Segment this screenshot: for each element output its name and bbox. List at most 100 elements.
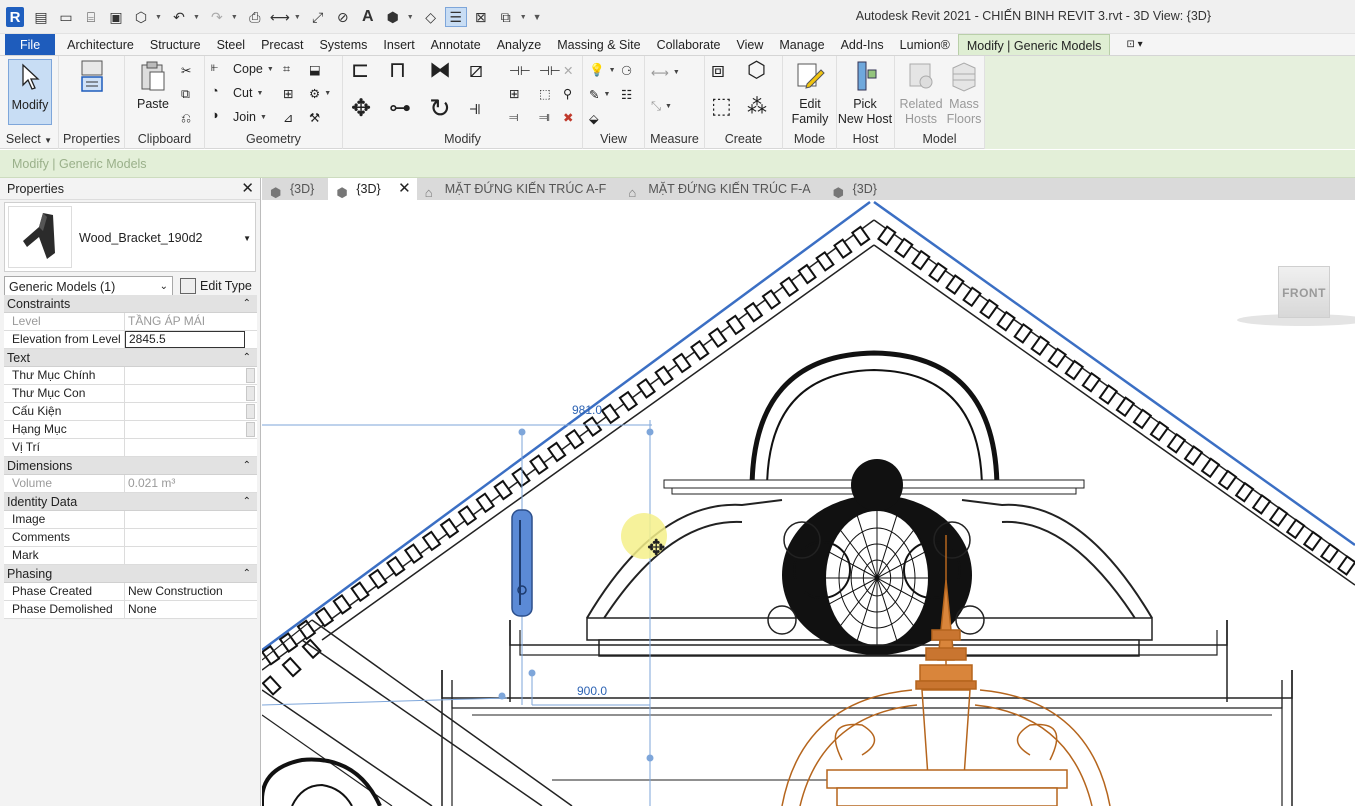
thin-lines-icon[interactable]: ☰ bbox=[444, 7, 467, 27]
save-icon[interactable]: ▣ bbox=[105, 7, 127, 27]
tab-annotate[interactable]: Annotate bbox=[423, 34, 489, 55]
pick-new-host-button[interactable]: Pick New Host bbox=[835, 59, 895, 127]
chevron-down-icon[interactable]: ▼ bbox=[520, 14, 527, 21]
related-hosts-button[interactable]: Related Hosts bbox=[897, 59, 945, 127]
tab-manage[interactable]: Manage bbox=[771, 34, 832, 55]
tab-modify-generic-models[interactable]: Modify | Generic Models bbox=[957, 34, 1111, 55]
align-icon[interactable]: ⊏ bbox=[351, 57, 369, 82]
tab-massing-site[interactable]: Massing & Site bbox=[549, 34, 648, 55]
filter-icon[interactable]: ☷ bbox=[621, 84, 632, 104]
edit-family-button[interactable]: Edit Family bbox=[786, 59, 834, 127]
create-group-icon[interactable]: ⬚ bbox=[711, 93, 732, 118]
trim-extend-icon[interactable]: ⫣ bbox=[469, 97, 481, 119]
view-tab-3d-active[interactable]: ⬢ {3D} ✕ bbox=[328, 178, 417, 200]
close-icon[interactable]: ✕ bbox=[241, 178, 254, 200]
tag-icon[interactable]: ⊘ bbox=[332, 7, 354, 27]
override-graphics-icon[interactable]: 💡 ▼ bbox=[589, 60, 616, 80]
chevron-down-icon[interactable]: ▼ bbox=[231, 14, 238, 21]
cope-button[interactable]: ⫦ Cope ▼ bbox=[211, 59, 274, 79]
mirror-pick-axis-icon[interactable]: ⧓ bbox=[429, 57, 451, 82]
offset-icon[interactable]: ⊓ bbox=[389, 57, 406, 82]
split-face-icon[interactable]: ⬓ bbox=[309, 59, 321, 79]
split-with-gap-icon[interactable]: ⊣⊢ bbox=[539, 60, 561, 80]
tab-structure[interactable]: Structure bbox=[142, 34, 209, 55]
trim-single-icon[interactable]: ⫤ bbox=[509, 107, 518, 127]
undo-icon[interactable]: ↶ bbox=[168, 7, 190, 27]
tab-systems[interactable]: Systems bbox=[311, 34, 375, 55]
hammer-icon[interactable]: ⚒ bbox=[309, 107, 320, 127]
demolish-icon[interactable]: ⊿ bbox=[283, 107, 293, 127]
text-icon[interactable]: A bbox=[357, 7, 379, 27]
rotate-icon[interactable]: ↻ bbox=[429, 93, 451, 123]
match-properties-icon[interactable]: ⎌ bbox=[181, 108, 191, 128]
tab-precast[interactable]: Precast bbox=[253, 34, 311, 55]
elevation-input[interactable]: 2845.5 bbox=[125, 331, 245, 348]
view-tab-3d[interactable]: ⬢ {3D} bbox=[262, 178, 328, 200]
scale-icon[interactable]: ⬚ bbox=[539, 83, 551, 103]
viewcube[interactable]: FRONT bbox=[1278, 266, 1330, 318]
wall-joins-icon[interactable]: ⌗ bbox=[283, 59, 290, 79]
table-row[interactable]: Cấu Kiện bbox=[4, 403, 257, 421]
group-dimensions[interactable]: Dimensions ⌃ bbox=[4, 457, 257, 475]
table-row[interactable]: Thư Mục Chính bbox=[4, 367, 257, 385]
view-tab-3d-2[interactable]: ⬢ {3D} bbox=[825, 178, 891, 200]
tab-view[interactable]: View bbox=[729, 34, 772, 55]
group-phasing[interactable]: Phasing ⌃ bbox=[4, 565, 257, 583]
unpin-icon[interactable]: ✕ bbox=[563, 60, 573, 80]
copy-element-icon[interactable]: ⊶ bbox=[389, 95, 411, 120]
dimension-label-top[interactable]: 981.0 bbox=[572, 403, 602, 417]
chevron-down-icon[interactable]: ▼ bbox=[243, 234, 251, 243]
pin-icon[interactable]: ⚲ bbox=[563, 83, 572, 103]
customize-toolbar-icon[interactable]: ▼ bbox=[533, 12, 542, 22]
tab-file[interactable]: File bbox=[5, 34, 56, 55]
cut-clipboard-icon[interactable]: ✂ bbox=[181, 60, 191, 80]
hide-category-icon[interactable]: ⚆ bbox=[621, 60, 632, 80]
chevron-down-icon[interactable]: ▼ bbox=[294, 14, 301, 21]
table-row[interactable]: Thư Mục Con bbox=[4, 385, 257, 403]
tab-collaborate[interactable]: Collaborate bbox=[649, 34, 729, 55]
paint-icon[interactable]: ⚙ ▼ bbox=[309, 83, 331, 103]
type-selector[interactable]: Wood_Bracket_190d2 ▼ bbox=[4, 202, 256, 272]
dimension-label-bottom[interactable]: 900.0 bbox=[577, 684, 607, 698]
view-tab-elevation-fa[interactable]: ⌂ MẶT ĐỨNG KIẾN TRÚC F-A bbox=[620, 178, 824, 200]
switch-windows-icon[interactable]: ⧉ bbox=[495, 7, 517, 27]
table-row[interactable]: Phase Demolished None bbox=[4, 601, 257, 619]
copy-icon[interactable]: ⧉ bbox=[181, 84, 190, 104]
group-identity-data[interactable]: Identity Data ⌃ bbox=[4, 493, 257, 511]
home-icon[interactable]: ▤ bbox=[30, 7, 52, 27]
3d-view-icon[interactable]: ⬢ bbox=[382, 7, 404, 27]
array-icon[interactable]: ⊞ bbox=[509, 83, 519, 103]
redo-icon[interactable]: ↷ bbox=[206, 7, 228, 27]
close-hidden-icon[interactable]: ⊠ bbox=[470, 7, 492, 27]
new-file-icon[interactable]: ▭ bbox=[55, 7, 77, 27]
trim-multiple-icon[interactable]: ⫥ bbox=[539, 107, 550, 127]
print-icon[interactable]: ⎙ bbox=[244, 7, 266, 27]
chevron-down-icon[interactable]: ▼ bbox=[155, 14, 162, 21]
table-row[interactable]: Hạng Mục bbox=[4, 421, 257, 439]
sync-icon[interactable]: ⬡ bbox=[130, 7, 152, 27]
create-assembly-icon[interactable]: ⧈ bbox=[711, 57, 725, 82]
table-row[interactable]: Comments bbox=[4, 529, 257, 547]
tab-insert[interactable]: Insert bbox=[375, 34, 422, 55]
drawing-canvas[interactable]: ✥ FRONT 981.0 900.0 bbox=[262, 200, 1355, 806]
open-folder-icon[interactable]: ⌸ bbox=[80, 7, 102, 27]
create-parts-icon[interactable]: ⬡ bbox=[747, 57, 766, 82]
tab-architecture[interactable]: Architecture bbox=[59, 34, 142, 55]
table-row[interactable]: Vị Trí bbox=[4, 439, 257, 457]
linework-icon[interactable]: ✎ ▼ bbox=[589, 84, 610, 104]
create-similar-icon[interactable]: ⁂ bbox=[747, 96, 767, 118]
close-icon[interactable]: ✕ bbox=[398, 178, 411, 200]
dimension-icon[interactable]: ⤡ ▼ bbox=[651, 96, 672, 116]
measure-icon[interactable]: ⟷ bbox=[269, 7, 291, 27]
select-dropdown[interactable]: Select ▼ bbox=[0, 132, 58, 146]
measure-between-icon[interactable]: ⟷ ▼ bbox=[651, 62, 680, 82]
move-icon[interactable]: ✥ bbox=[351, 95, 371, 122]
cut-geometry-button[interactable]: ◔ Cut ▼ bbox=[211, 83, 263, 103]
aligned-dimension-icon[interactable]: ⤢ bbox=[307, 7, 329, 27]
beam-column-joins-icon[interactable]: ⊞ bbox=[283, 83, 293, 103]
minimize-ribbon-icon[interactable]: ⊡ ▾ bbox=[1110, 34, 1150, 55]
properties-button[interactable] bbox=[68, 59, 116, 97]
table-row[interactable]: Mark bbox=[4, 547, 257, 565]
chevron-down-icon[interactable]: ▼ bbox=[407, 14, 414, 21]
mirror-draw-axis-icon[interactable]: ⧄ bbox=[469, 57, 483, 82]
